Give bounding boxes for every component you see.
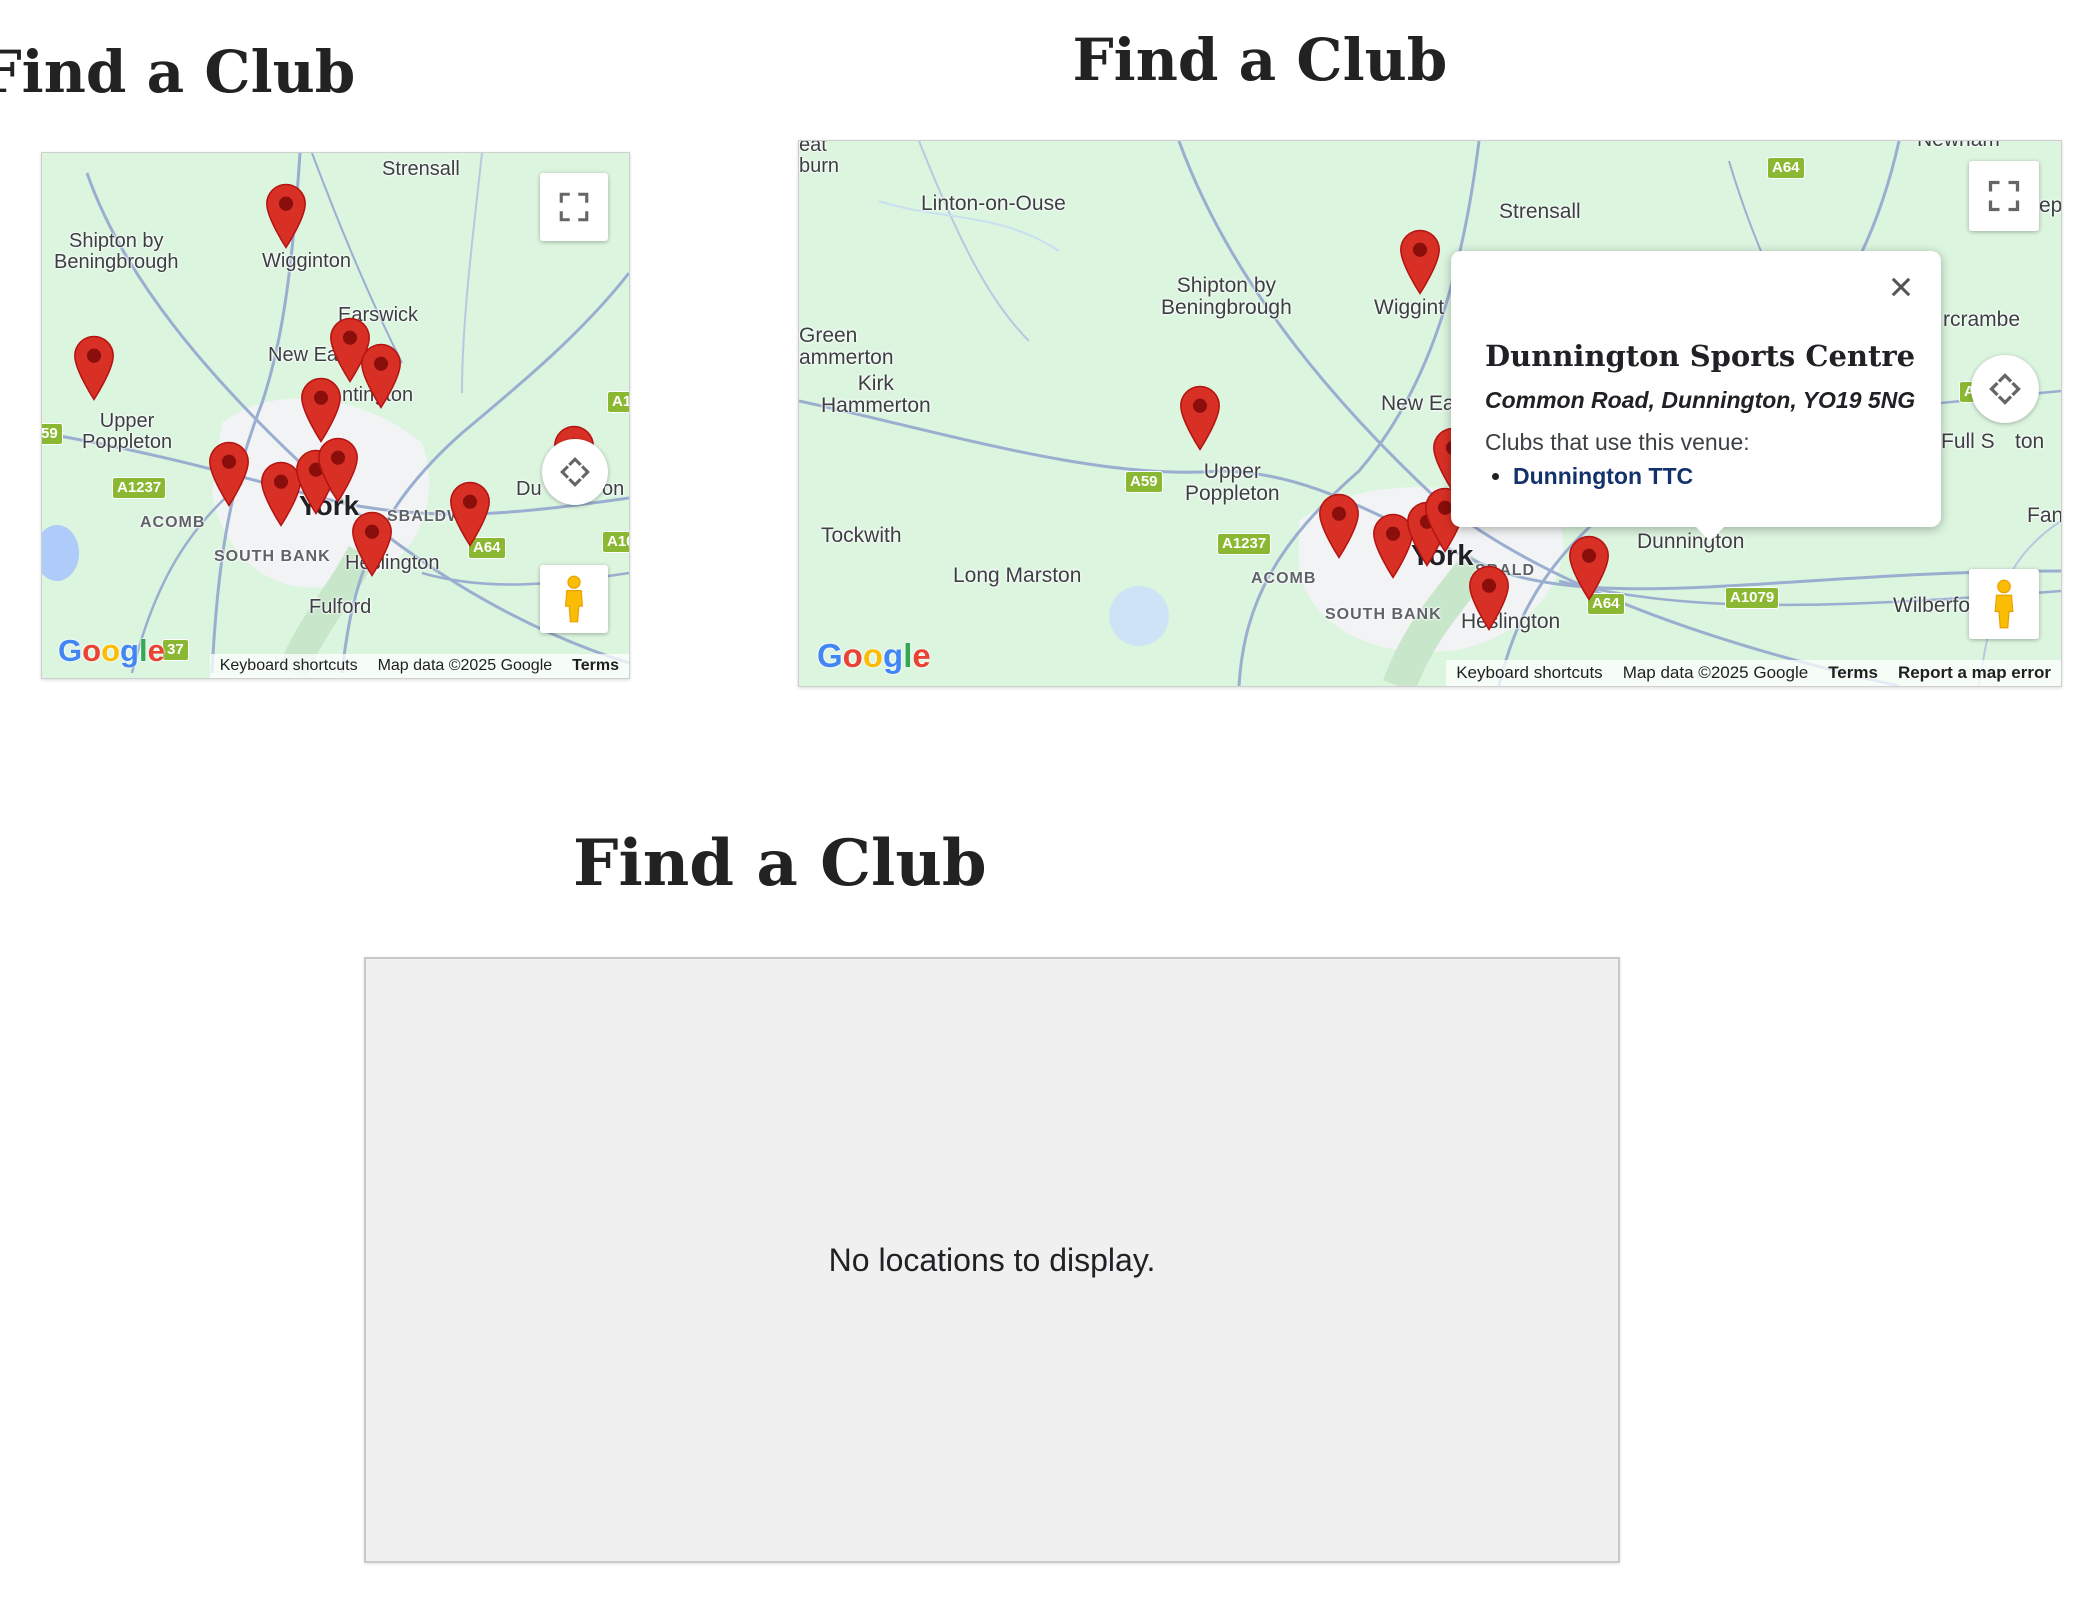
google-logo[interactable]: Google — [58, 633, 165, 669]
marker-icon[interactable] — [1396, 229, 1444, 295]
map-attribution: Keyboard shortcuts Map data ©2025 Google… — [209, 654, 629, 678]
place-south-bank: SOUTH BANK — [214, 548, 331, 565]
place-dunnington: Du — [516, 478, 542, 500]
pegman-button[interactable] — [540, 565, 608, 633]
report-map-error-link[interactable]: Report a map error — [1898, 663, 2051, 683]
terms-link[interactable]: Terms — [572, 657, 619, 675]
place-full-sutton-tail: ton — [2015, 430, 2045, 453]
place-new-earswick: New Ea — [1381, 392, 1455, 415]
place-strensall: Strensall — [1499, 200, 1581, 223]
road-shield-a1237: A1237 — [1217, 533, 1272, 555]
marker-icon[interactable] — [1565, 535, 1613, 601]
camera-control-button[interactable] — [1971, 355, 2039, 423]
marker-icon[interactable] — [314, 437, 362, 503]
map-attribution: Keyboard shortcuts Map data ©2025 Google… — [1446, 660, 2061, 686]
pegman-icon — [562, 575, 586, 623]
marker-icon[interactable] — [205, 441, 253, 507]
fullscreen-button[interactable] — [1969, 161, 2039, 231]
fullscreen-button[interactable] — [540, 173, 608, 241]
place-south-bank: SOUTH BANK — [1325, 606, 1442, 623]
page-title-empty: Find a Club — [573, 826, 987, 901]
place-acomb: ACOMB — [140, 514, 206, 531]
place-upper-poppleton: Upper Poppleton — [82, 410, 173, 453]
map-data-text: Map data ©2025 Google — [1622, 663, 1809, 682]
marker-icon[interactable] — [70, 335, 118, 401]
map-data-text: Map data ©2025 Google — [377, 657, 553, 674]
fullscreen-icon — [557, 190, 591, 224]
keyboard-shortcuts-link[interactable]: Keyboard shortcuts — [220, 657, 358, 675]
page-title-large: Find a Club — [1072, 26, 1448, 94]
marker-icon[interactable] — [1176, 385, 1224, 451]
place-linton: Linton-on-Ouse — [921, 192, 1066, 215]
road-shield-a59: A59 — [1125, 471, 1163, 493]
place-eat-burn: eat burn — [799, 140, 840, 177]
venue-name: Dunnington Sports Centre — [1485, 339, 1916, 373]
place-wigginton: Wiggint — [1374, 296, 1445, 319]
place-stamford: rcrambe — [1943, 308, 2021, 331]
marker-icon[interactable] — [1315, 493, 1363, 559]
camera-control-icon — [1987, 371, 2023, 407]
place-ep: ep — [2039, 194, 2062, 217]
pegman-button[interactable] — [1969, 569, 2039, 639]
road-shield-a1079: A1079 — [1725, 587, 1780, 609]
keyboard-shortcuts-link[interactable]: Keyboard shortcuts — [1456, 663, 1602, 683]
place-kirk-hammerton: Kirk Hammerton — [821, 372, 931, 418]
large-map[interactable]: eat burn Linton-on-Ouse Strensall Shipto… — [798, 140, 2062, 687]
place-tockwith: Tockwith — [821, 524, 902, 547]
place-fulford: Fulford — [309, 596, 372, 618]
road-shield-a1: A1 — [607, 391, 629, 413]
place-acomb: ACOMB — [1251, 570, 1317, 587]
camera-control-icon — [558, 455, 592, 489]
venue-uses-label: Clubs that use this venue: — [1485, 429, 1750, 455]
terms-link[interactable]: Terms — [1828, 663, 1878, 683]
empty-map: No locations to display. — [364, 957, 1620, 1563]
camera-control-button[interactable] — [542, 439, 608, 505]
road-shield-a64-top: A64 — [1767, 157, 1805, 179]
road-shield-a10: A10 — [602, 531, 629, 553]
empty-message: No locations to display. — [828, 1241, 1156, 1278]
close-button[interactable] — [1883, 269, 1919, 305]
close-icon — [1887, 273, 1915, 301]
marker-icon[interactable] — [357, 343, 405, 409]
marker-icon[interactable] — [1465, 565, 1513, 631]
marker-icon[interactable] — [262, 183, 310, 249]
venue-club-list: Dunnington TTC — [1485, 463, 1693, 490]
place-dunnington: Dunnington — [1637, 530, 1745, 553]
road-shield-a1237-south: 37 — [162, 639, 189, 661]
place-wigginton: Wigginton — [262, 250, 351, 272]
place-shipton: Shipton by Beningbrough — [1161, 274, 1292, 320]
marker-icon[interactable] — [348, 511, 396, 577]
venue-info-window: Dunnington Sports Centre Common Road, Du… — [1451, 251, 1941, 541]
place-wilberfoss: Wilberfo — [1893, 594, 1971, 617]
place-full-sutton: Full S — [1941, 430, 1995, 453]
google-logo[interactable]: Google — [817, 637, 931, 675]
page-title-small: Find a Club — [0, 38, 356, 106]
place-shipton: Shipton by Beningbrough — [54, 230, 179, 273]
fullscreen-icon — [1986, 178, 2022, 214]
place-green-hammerton: Green ammerton — [799, 324, 894, 370]
road-shield-a59: 59 — [42, 423, 63, 445]
marker-icon[interactable] — [297, 377, 345, 443]
marker-icon[interactable] — [446, 481, 494, 547]
pegman-icon — [1991, 579, 2017, 629]
place-strensall: Strensall — [382, 158, 460, 180]
place-long-marston: Long Marston — [953, 564, 1082, 587]
club-link-dunnington-ttc[interactable]: Dunnington TTC — [1513, 463, 1693, 489]
list-item: Dunnington TTC — [1513, 463, 1693, 490]
road-shield-a1237: A1237 — [112, 477, 167, 499]
venue-address: Common Road, Dunnington, YO19 5NG — [1485, 387, 1916, 413]
place-fangfoss: Fan — [2027, 504, 2062, 527]
place-upper-poppleton: Upper Poppleton — [1185, 460, 1280, 506]
place-newham: Newham — [1917, 141, 2000, 151]
small-map[interactable]: Strensall Shipton by Beningbrough Wiggin… — [41, 152, 630, 679]
